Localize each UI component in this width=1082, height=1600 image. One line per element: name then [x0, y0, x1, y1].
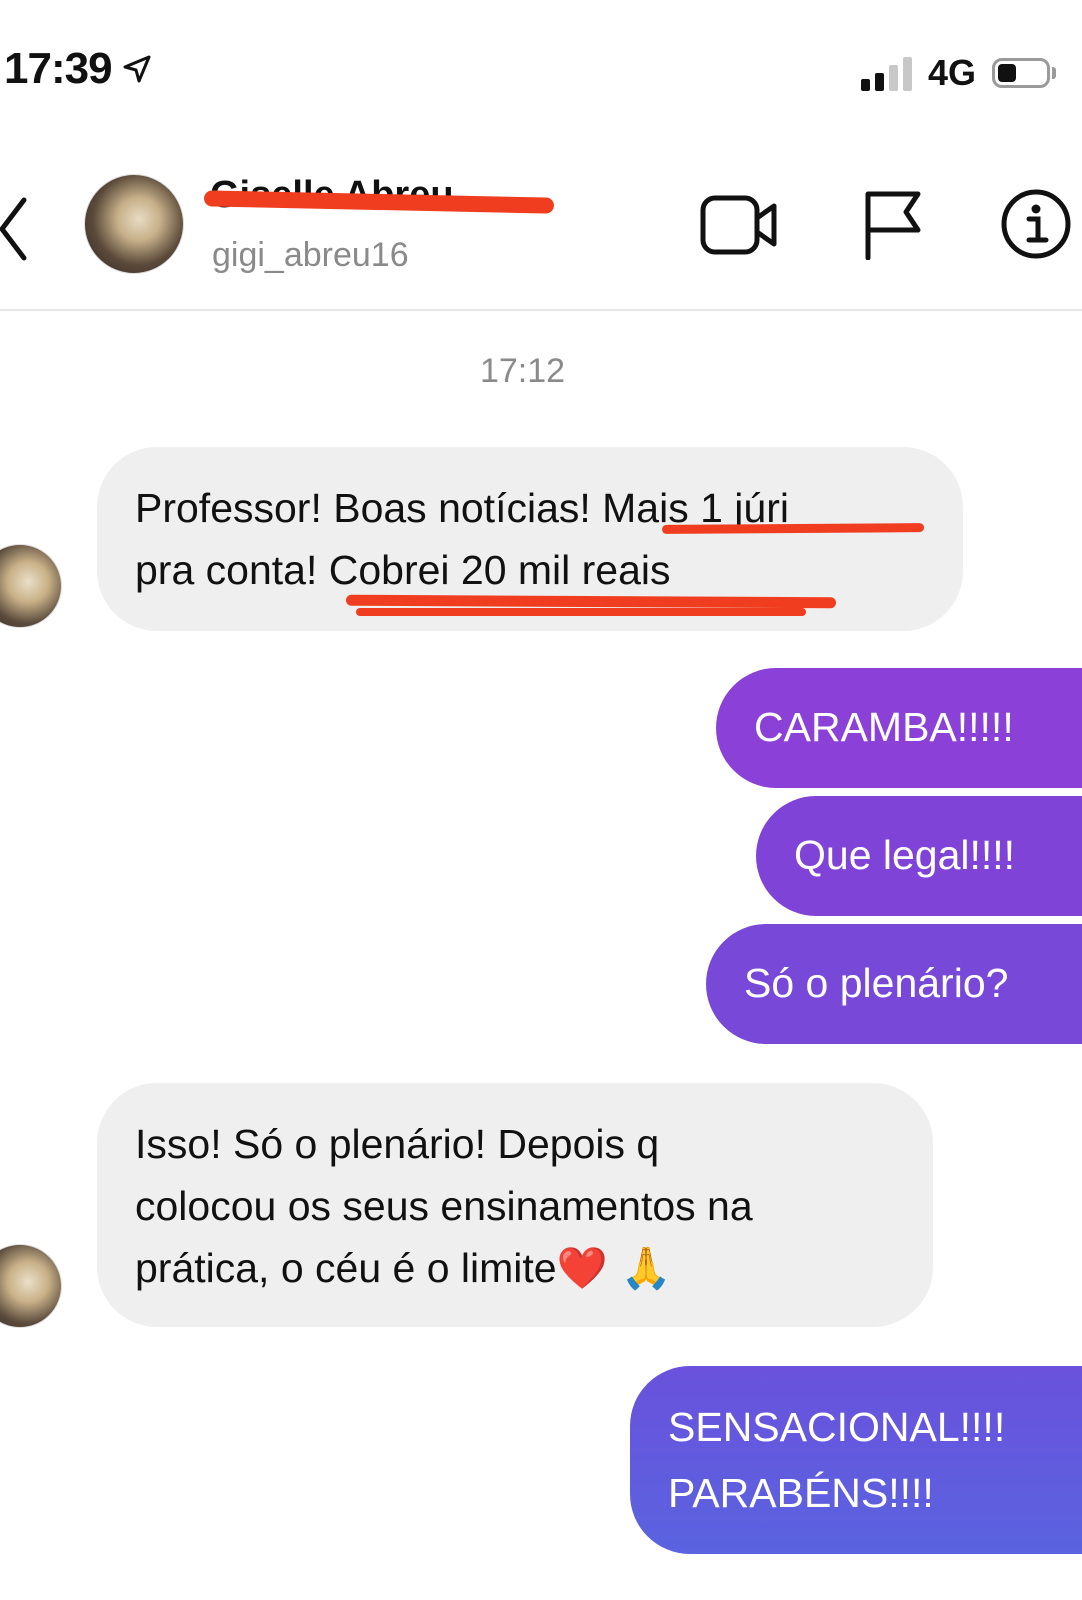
message-text: CARAMBA!!!!! [754, 704, 1014, 750]
message-line: PARABÉNS!!!! [668, 1470, 934, 1516]
network-type: 4G [927, 52, 976, 93]
contact-avatar[interactable] [84, 174, 184, 274]
header-divider [0, 309, 1082, 311]
status-indicators: 4G [860, 52, 1056, 94]
chevron-left-icon[interactable] [0, 194, 32, 264]
annotation-underline [661, 523, 925, 534]
info-icon[interactable] [1000, 188, 1072, 260]
message-line: SENSACIONAL!!!! [668, 1404, 1006, 1450]
status-time-text: 17:39 [4, 44, 113, 93]
sender-avatar[interactable] [0, 1244, 62, 1328]
battery-fill [998, 64, 1017, 82]
chat-header: Giselle Abreu gigi_abreu16 [0, 150, 1082, 310]
message-bubble-outgoing[interactable]: Só o plenário? [706, 924, 1082, 1044]
heart-and-pray-emoji: ❤️ 🙏 [556, 1244, 672, 1292]
battery-icon [992, 58, 1056, 88]
message-bubble-incoming[interactable]: Isso! Só o plenário! Depois q colocou os… [97, 1083, 933, 1327]
message-bubble-outgoing[interactable]: CARAMBA!!!!! [716, 668, 1082, 788]
message-bubble-outgoing[interactable]: SENSACIONAL!!!! PARABÉNS!!!! [630, 1366, 1082, 1554]
message-line: prática, o céu é o limite❤️ 🙏 [135, 1237, 893, 1299]
message-line-text: prática, o céu é o limite [135, 1245, 557, 1291]
sender-avatar[interactable] [0, 544, 62, 628]
flag-icon[interactable] [862, 188, 924, 260]
annotation-underline [356, 608, 806, 616]
message-line: Isso! Só o plenário! Depois q [135, 1121, 660, 1167]
location-arrow-icon [123, 55, 151, 83]
signal-strength-icon [860, 55, 912, 91]
message-text: Que legal!!!! [794, 832, 1016, 878]
message-text: Só o plenário? [744, 960, 1009, 1006]
video-camera-icon[interactable] [700, 192, 780, 258]
contact-username[interactable]: gigi_abreu16 [212, 236, 409, 275]
message-line: colocou os seus ensinamentos na [135, 1183, 753, 1229]
status-time: 17:39 [4, 44, 152, 94]
message-bubble-outgoing[interactable]: Que legal!!!! [756, 796, 1082, 916]
message-line: pra conta! Cobrei 20 mil reais [135, 547, 671, 593]
message-timestamp: 17:12 [479, 352, 566, 390]
